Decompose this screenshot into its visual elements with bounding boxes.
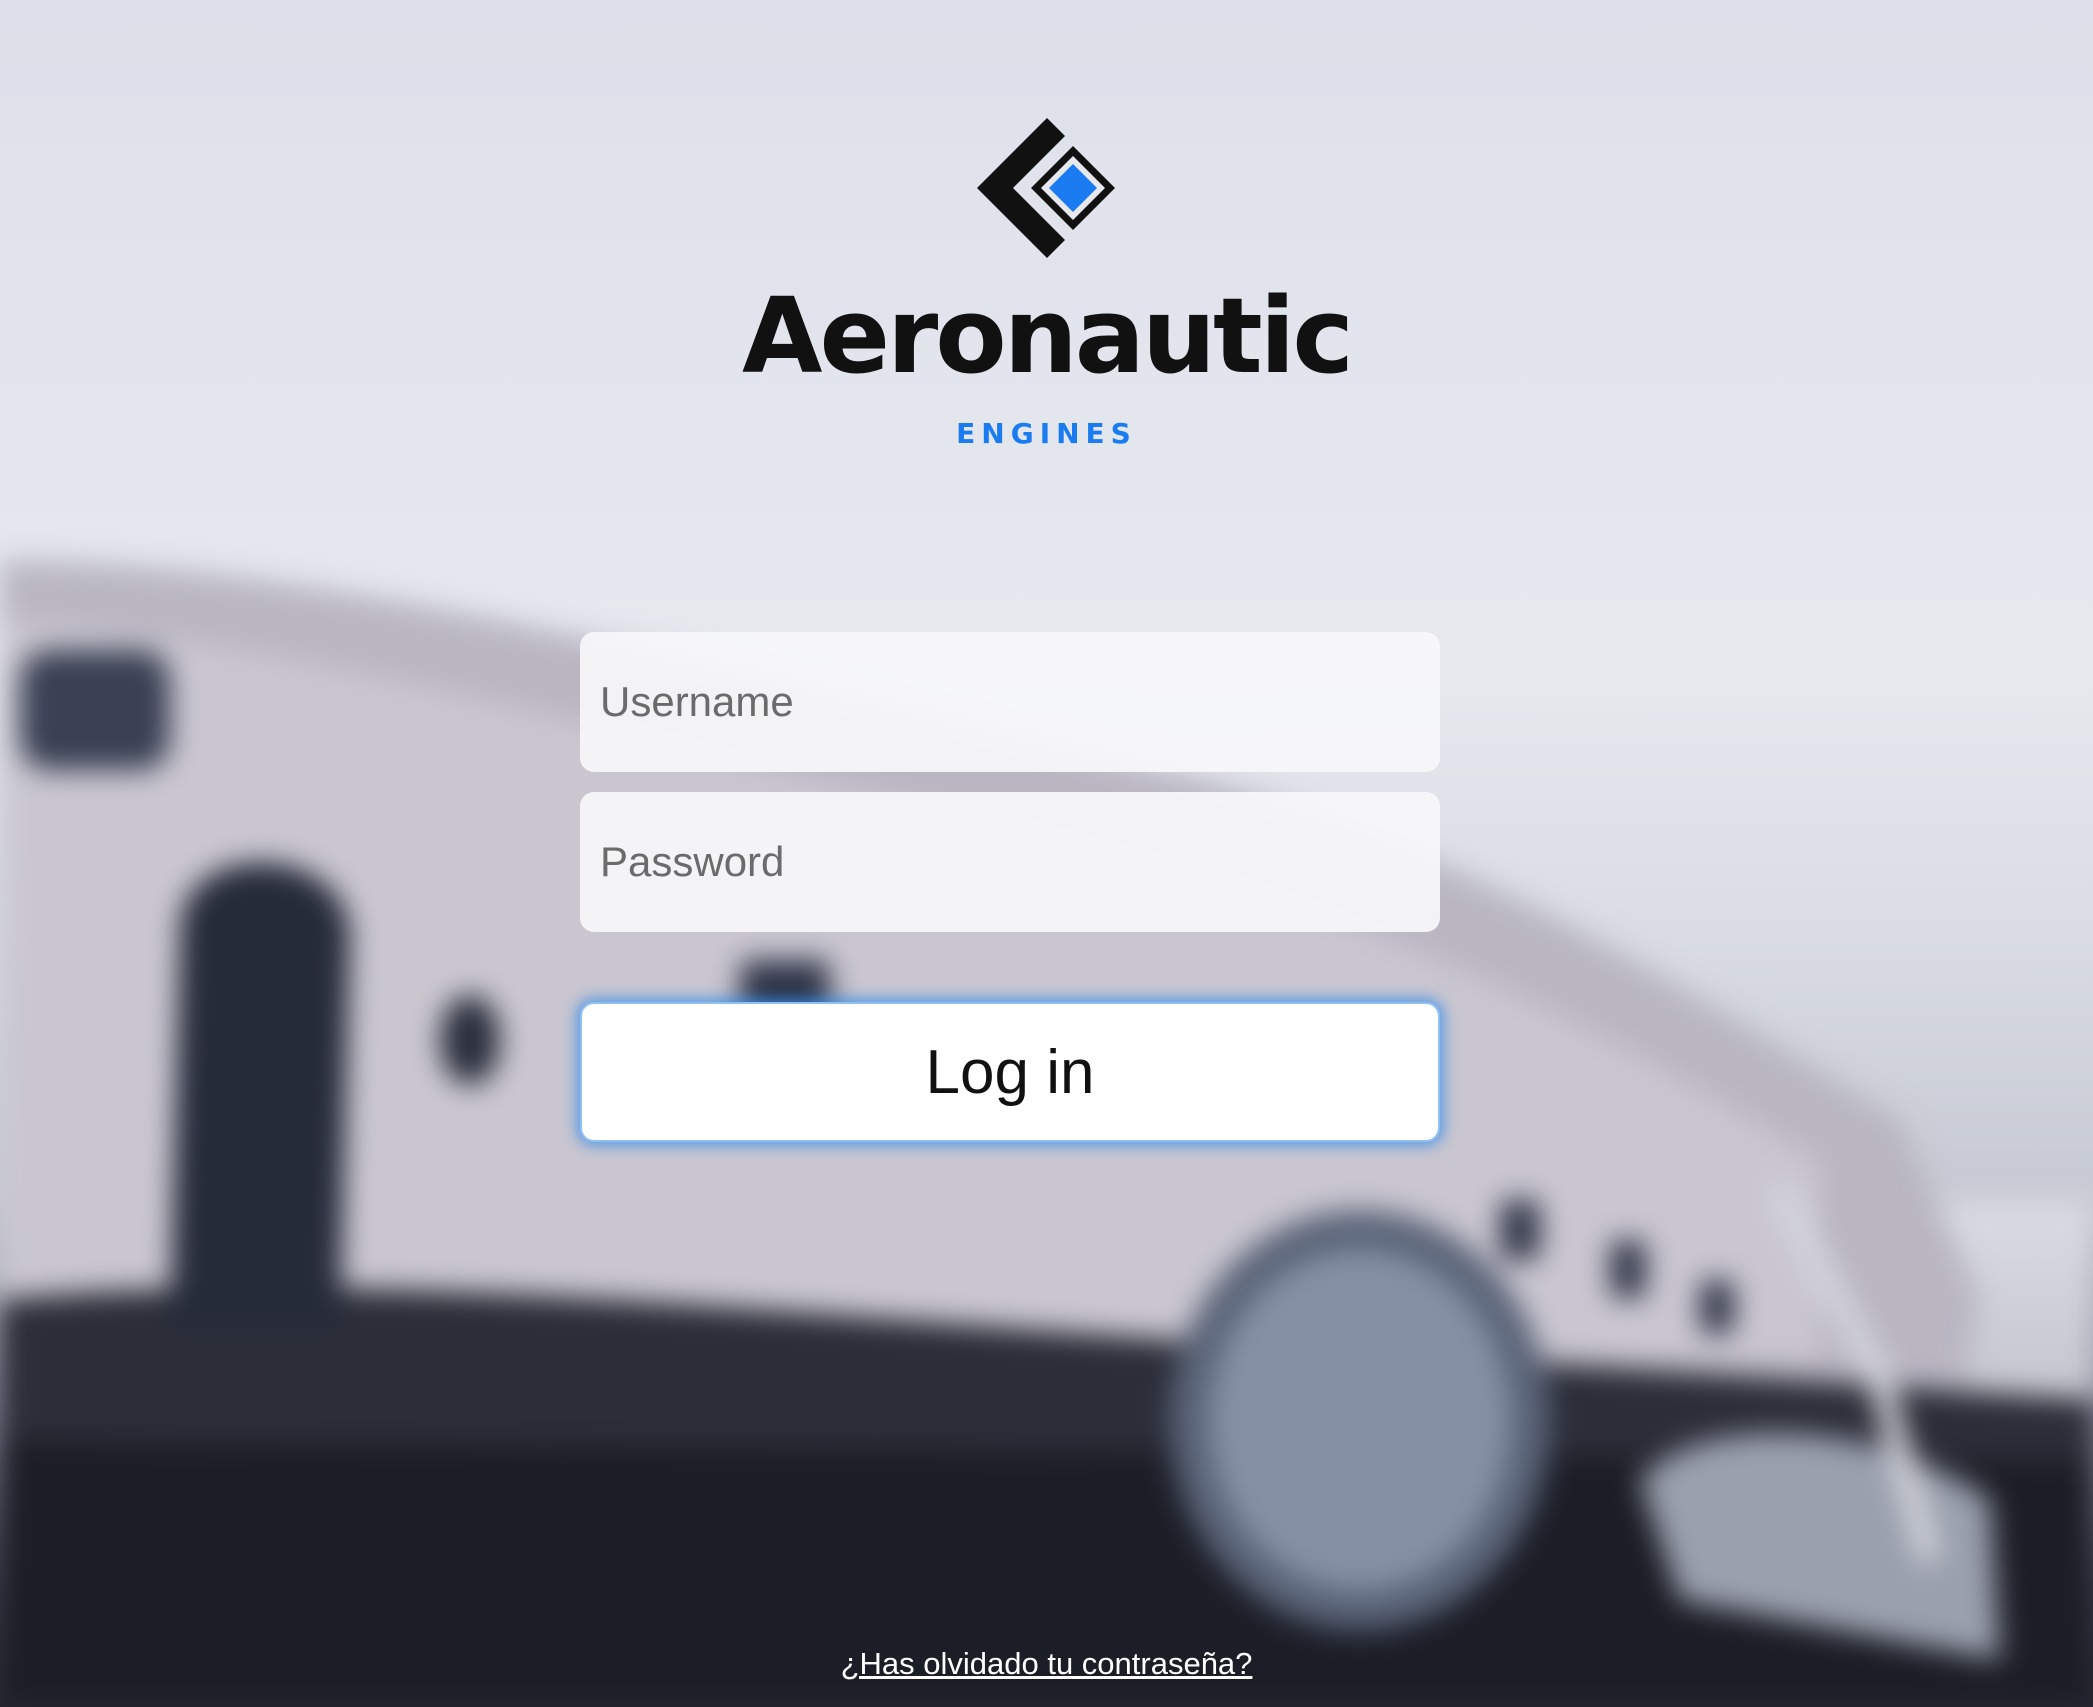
forgot-password-link[interactable]: ¿Has olvidado tu contraseña? <box>841 1646 1253 1681</box>
brand-tagline: ENGINES <box>956 417 1137 450</box>
password-input[interactable] <box>580 792 1440 932</box>
login-form: Log in <box>580 632 1440 1142</box>
login-button[interactable]: Log in <box>580 1002 1440 1142</box>
login-page: Aeronautic ENGINES Log in ¿Has olvidado … <box>0 0 2093 1707</box>
username-input[interactable] <box>580 632 1440 772</box>
diamond-chevron-logo-icon <box>976 118 1115 258</box>
forgot-password-container: ¿Has olvidado tu contraseña? <box>0 1646 2093 1682</box>
brand-logo: Aeronautic ENGINES <box>0 118 2093 448</box>
brand-name: Aeronautic <box>741 275 1354 397</box>
